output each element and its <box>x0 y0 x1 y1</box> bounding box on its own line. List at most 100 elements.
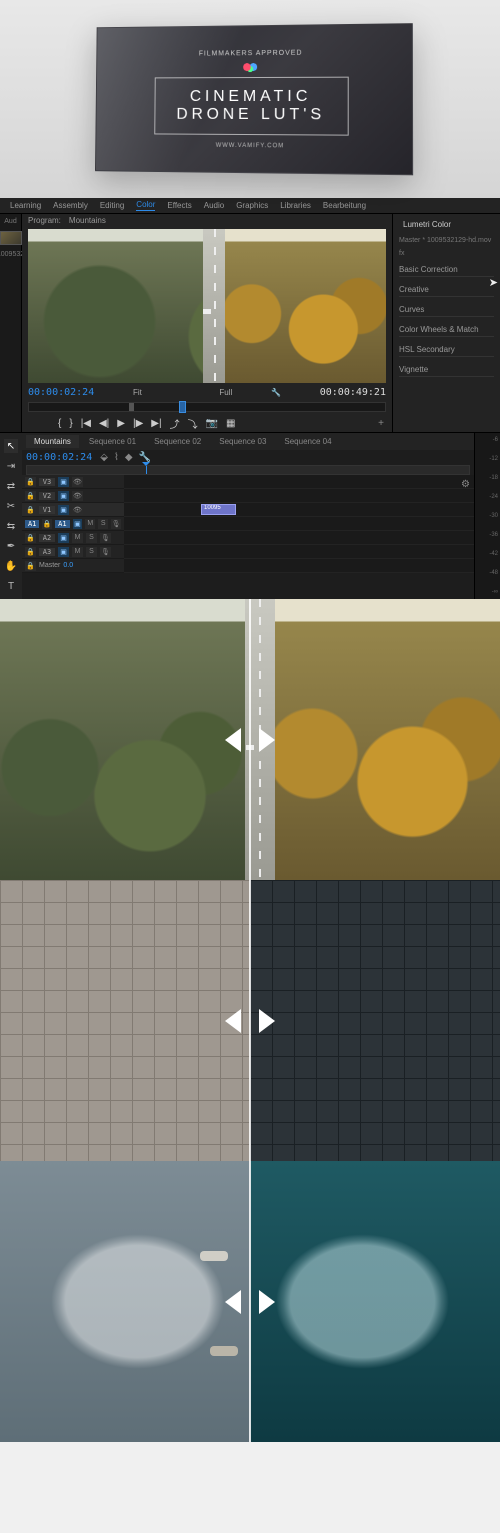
lumetri-section-colorwheels[interactable]: Color Wheels & Match <box>399 323 494 337</box>
sync-lock-icon[interactable]: ▣ <box>58 477 69 487</box>
compare-handle[interactable] <box>225 728 275 752</box>
lock-icon[interactable]: 🔒 <box>25 477 36 487</box>
track-header-v3[interactable]: 🔒 V3 ▣ 👁 <box>22 475 124 489</box>
track-header-v1[interactable]: 🔒 V1 ▣ 👁 <box>22 503 124 517</box>
solo-toggle[interactable]: S <box>86 533 97 543</box>
program-in-point[interactable] <box>129 403 134 411</box>
track-header-a2[interactable]: 🔒 A2 ▣ M S 🎙 <box>22 531 124 545</box>
sequence-tab-01[interactable]: Sequence 01 <box>81 435 144 448</box>
workspace-tab-graphics[interactable]: Graphics <box>236 201 268 210</box>
mute-toggle[interactable]: M <box>72 547 83 557</box>
play-button[interactable]: ▶ <box>117 418 125 429</box>
arrow-left-icon[interactable] <box>225 728 241 752</box>
mark-out-button[interactable]: } <box>69 418 72 429</box>
track-header-a1[interactable]: A1 🔒 A1 ▣ M S 🎙 <box>22 517 124 531</box>
video-clip[interactable]: 10095 <box>201 504 236 515</box>
safe-margins-button[interactable]: ▦ <box>226 418 235 429</box>
arrow-right-icon[interactable] <box>259 728 275 752</box>
timeline-timecode[interactable]: 00:00:02:24 <box>26 452 92 463</box>
lumetri-section-creative[interactable]: Creative <box>399 283 494 297</box>
track-header-a3[interactable]: 🔒 A3 ▣ M S 🎙 <box>22 545 124 559</box>
eye-icon[interactable]: 👁 <box>72 505 83 515</box>
export-frame-button[interactable]: 📷 <box>206 418 218 429</box>
sync-lock-icon[interactable]: ▣ <box>58 533 69 543</box>
workspace-tab-assembly[interactable]: Assembly <box>53 201 88 210</box>
workspace-tab-libraries[interactable]: Libraries <box>280 201 311 210</box>
add-transport-button[interactable]: + <box>378 418 392 429</box>
solo-toggle[interactable]: S <box>98 519 108 529</box>
compare-handle[interactable] <box>225 1009 275 1033</box>
mute-toggle[interactable]: M <box>85 519 95 529</box>
project-clip-thumb[interactable] <box>0 231 22 245</box>
mute-toggle[interactable]: M <box>72 533 83 543</box>
step-forward-button[interactable]: |▶ <box>133 418 143 429</box>
eye-icon[interactable]: 👁 <box>72 491 83 501</box>
timeline-playhead[interactable] <box>146 466 147 474</box>
hand-tool-icon[interactable]: ✋ <box>4 559 18 573</box>
solo-toggle[interactable]: S <box>86 547 97 557</box>
lock-icon[interactable]: 🔒 <box>25 561 36 571</box>
step-back-button[interactable]: ◀| <box>99 418 109 429</box>
workspace-tab-editing[interactable]: Editing <box>100 201 124 210</box>
timeline-display-settings-icon[interactable]: ⚙ <box>461 479 470 490</box>
workspace-tab-custom[interactable]: Bearbeitung <box>323 201 366 210</box>
track-header-v2[interactable]: 🔒 V2 ▣ 👁 <box>22 489 124 503</box>
lumetri-section-hsl[interactable]: HSL Secondary <box>399 343 494 357</box>
lock-icon[interactable]: 🔒 <box>25 547 36 557</box>
sync-lock-icon[interactable]: ▣ <box>58 491 69 501</box>
sync-lock-icon[interactable]: ▣ <box>58 505 69 515</box>
lift-button[interactable]: ⤴ <box>170 416 180 431</box>
compare-handle[interactable] <box>225 1290 275 1314</box>
arrow-right-icon[interactable] <box>259 1009 275 1033</box>
timeline-ruler[interactable] <box>26 465 470 475</box>
snap-toggle-icon[interactable]: ⬙ <box>100 452 108 463</box>
master-value[interactable]: 0.0 <box>63 562 73 569</box>
program-viewer[interactable] <box>28 229 386 383</box>
sync-lock-icon[interactable]: ▣ <box>73 519 83 529</box>
add-marker-icon[interactable]: ◆ <box>125 452 133 463</box>
goto-in-button[interactable]: |◀ <box>81 418 91 429</box>
source-patch-a1[interactable]: A1 <box>25 520 39 528</box>
lock-icon[interactable]: 🔒 <box>25 533 36 543</box>
lumetri-section-curves[interactable]: Curves <box>399 303 494 317</box>
track-header-master[interactable]: 🔒 Master 0.0 <box>22 559 124 573</box>
voiceover-icon[interactable]: 🎙 <box>111 519 121 529</box>
slip-tool-icon[interactable]: ⇆ <box>4 519 18 533</box>
sequence-tab-03[interactable]: Sequence 03 <box>211 435 274 448</box>
mark-in-button[interactable]: { <box>58 418 61 429</box>
lock-icon[interactable]: 🔒 <box>25 491 36 501</box>
program-scrub-bar[interactable] <box>28 402 386 412</box>
program-zoom-dropdown[interactable]: Full <box>219 388 232 397</box>
sequence-tab-02[interactable]: Sequence 02 <box>146 435 209 448</box>
sequence-tab-mountains[interactable]: Mountains <box>26 435 79 448</box>
voiceover-icon[interactable]: 🎙 <box>100 533 111 543</box>
extract-button[interactable]: ⤵ <box>188 416 198 431</box>
type-tool-icon[interactable]: T <box>4 579 18 593</box>
lumetri-section-basic[interactable]: Basic Correction <box>399 263 494 277</box>
pen-tool-icon[interactable]: ✒ <box>4 539 18 553</box>
timeline-track-area[interactable]: 10095 ⚙ <box>124 475 474 573</box>
ripple-tool-icon[interactable]: ⇄ <box>4 479 18 493</box>
sequence-tab-04[interactable]: Sequence 04 <box>276 435 339 448</box>
workspace-tab-effects[interactable]: Effects <box>167 201 191 210</box>
selection-tool-icon[interactable]: ↖ <box>4 439 18 453</box>
program-fit-dropdown[interactable]: Fit <box>133 388 142 397</box>
workspace-tab-color[interactable]: Color <box>136 200 155 211</box>
sync-lock-icon[interactable]: ▣ <box>58 547 69 557</box>
voiceover-icon[interactable]: 🎙 <box>100 547 111 557</box>
program-timecode-in[interactable]: 00:00:02:24 <box>28 387 94 398</box>
arrow-right-icon[interactable] <box>259 1290 275 1314</box>
track-select-tool-icon[interactable]: ⇥ <box>4 459 18 473</box>
arrow-left-icon[interactable] <box>225 1290 241 1314</box>
lock-icon[interactable]: 🔒 <box>42 519 52 529</box>
lumetri-section-vignette[interactable]: Vignette <box>399 363 494 377</box>
eye-icon[interactable]: 👁 <box>72 477 83 487</box>
arrow-left-icon[interactable] <box>225 1009 241 1033</box>
workspace-tab-learning[interactable]: Learning <box>10 201 41 210</box>
lock-icon[interactable]: 🔒 <box>25 505 36 515</box>
linked-selection-icon[interactable]: ⌇ <box>114 452 119 463</box>
workspace-tab-audio[interactable]: Audio <box>204 201 224 210</box>
goto-out-button[interactable]: ▶| <box>151 418 161 429</box>
razor-tool-icon[interactable]: ✂ <box>4 499 18 513</box>
program-playhead[interactable] <box>179 401 186 413</box>
